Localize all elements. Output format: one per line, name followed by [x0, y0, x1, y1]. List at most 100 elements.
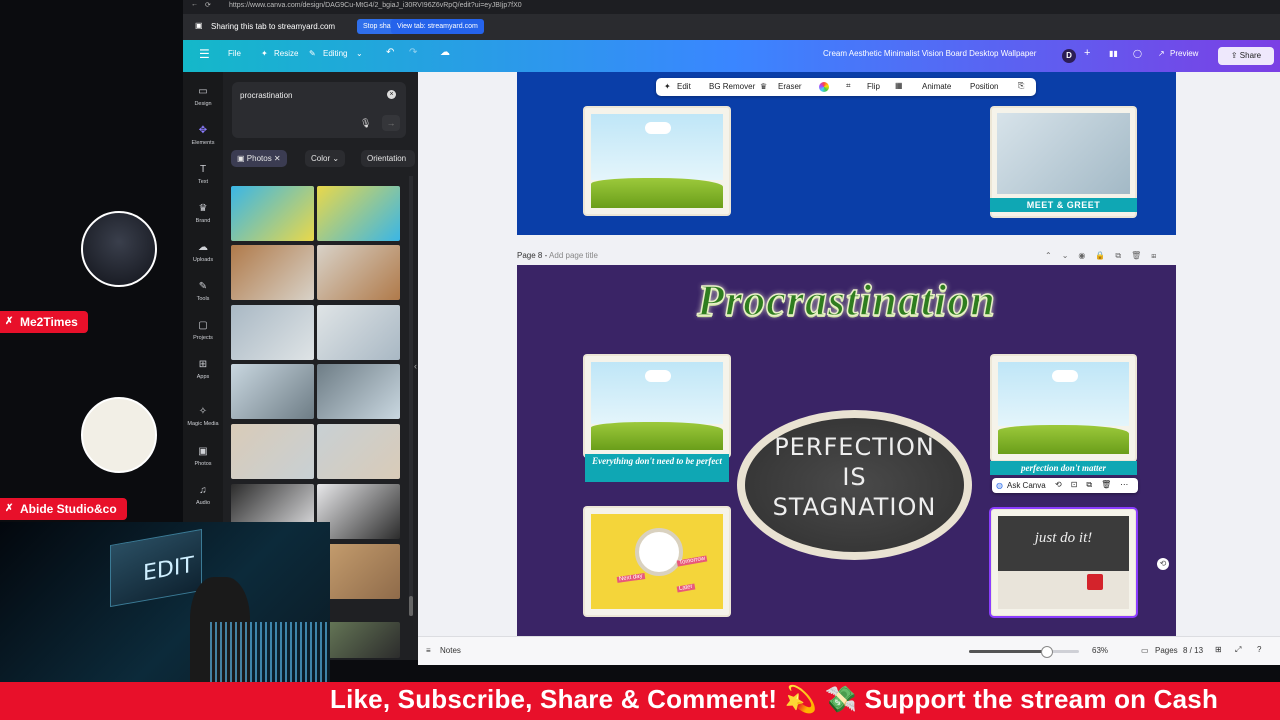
photo-thumbnail[interactable]	[317, 364, 400, 419]
small-chalk-text: just do it!	[1034, 530, 1093, 546]
add-page-icon[interactable]: ⊞	[1151, 251, 1166, 260]
animate-button[interactable]: Animate	[922, 82, 951, 91]
remove-filter-icon[interactable]: ✕	[272, 154, 281, 163]
delete-icon[interactable]: 🗑	[1131, 251, 1151, 260]
hide-icon[interactable]: ◉	[1078, 251, 1095, 260]
duplicate-icon[interactable]: ⧉	[1115, 251, 1131, 260]
zoom-slider-handle[interactable]	[1041, 646, 1053, 658]
share-button[interactable]: ⇪ Share	[1218, 47, 1274, 65]
edit-button[interactable]: Edit	[677, 82, 691, 91]
chalkboard-frame[interactable]: PERFECTION IS STAGNATION	[737, 410, 972, 560]
rail-magic-media[interactable]: ✧ Magic Media	[183, 400, 223, 438]
resize-button[interactable]: Resize	[274, 49, 298, 58]
preview-button[interactable]: Preview	[1170, 49, 1198, 58]
fullscreen-icon[interactable]: ⤢	[1235, 645, 1241, 655]
duplicate-icon[interactable]: ⧉	[1086, 480, 1101, 489]
delete-icon[interactable]: 🗑	[1101, 480, 1120, 489]
file-menu[interactable]: File	[228, 49, 241, 58]
page-actions: ⌃⌄◉🔒⧉🗑⊞	[1045, 251, 1166, 261]
selected-just-do-it-photo[interactable]: just do it!	[989, 507, 1138, 618]
page-8[interactable]: Procrastination Everything don't need to…	[517, 265, 1176, 636]
redo-icon[interactable]: ↷	[409, 47, 417, 58]
panel-scrollbar[interactable]	[409, 176, 413, 616]
position-button[interactable]: Position	[970, 82, 998, 91]
cloud-save-icon[interactable]: ☁	[440, 47, 450, 58]
rail-projects[interactable]: ▢ Projects	[183, 314, 223, 352]
photo-placeholder-left[interactable]	[585, 356, 729, 456]
pages-button[interactable]: Pages	[1155, 646, 1178, 655]
chevron-up-icon[interactable]: ⌃	[1045, 251, 1062, 260]
clear-search-icon[interactable]: ×	[387, 90, 396, 99]
document-title[interactable]: Cream Aesthetic Minimalist Vision Board …	[823, 49, 1036, 58]
color-filter-chip[interactable]: Color ⌄	[305, 150, 346, 167]
url-text[interactable]: https://www.canva.com/design/DAG9Cu-MtG4…	[229, 2, 522, 9]
rail-brand[interactable]: ♛ Brand	[183, 197, 223, 235]
page-heading[interactable]: Procrastination	[517, 275, 1176, 326]
rail-apps[interactable]: ⊞ Apps	[183, 353, 223, 391]
rail-photos[interactable]: ▣ Photos	[183, 440, 223, 478]
photo-thumbnail[interactable]	[317, 305, 400, 360]
zoom-level[interactable]: 63%	[1092, 646, 1108, 655]
reload-icon[interactable]: ⟳	[205, 1, 211, 9]
ribbon-left[interactable]: Everything don't need to be perfect	[585, 454, 729, 482]
orientation-filter-chip[interactable]: Orientation	[361, 150, 415, 167]
photo-thumbnail[interactable]	[231, 305, 314, 360]
browser-url-bar[interactable]: ← ⟳ https://www.canva.com/design/DAG9Cu-…	[183, 0, 1280, 14]
photo-thumbnail[interactable]	[231, 245, 314, 300]
back-icon[interactable]: ←	[191, 1, 198, 8]
photo-thumbnail[interactable]	[317, 186, 400, 241]
microphone-icon[interactable]: 🎙	[360, 118, 371, 129]
photo-thumbnail[interactable]	[317, 245, 400, 300]
submit-search-icon[interactable]: →	[382, 115, 400, 131]
more-icon[interactable]: ⋯	[1120, 480, 1137, 489]
flip-button[interactable]: Flip	[867, 82, 880, 91]
rail-elements[interactable]: ✥ Elements	[183, 119, 223, 157]
scrollbar-thumb[interactable]	[409, 596, 413, 616]
transparency-icon[interactable]: ▦	[895, 81, 903, 90]
page-7[interactable]: MEET & GREET	[517, 72, 1176, 235]
ask-canva-button[interactable]: Ask Canva	[1007, 481, 1046, 490]
rail-text[interactable]: T Text	[183, 158, 223, 196]
collapse-panel-icon[interactable]: ‹	[414, 361, 417, 371]
add-collaborator-icon[interactable]: +	[1084, 47, 1090, 59]
lock-icon[interactable]: ⊡	[1071, 480, 1087, 489]
eraser-button[interactable]: Eraser	[778, 82, 802, 91]
search-input[interactable]: procrastination × 🎙 →	[232, 82, 406, 138]
zoom-slider[interactable]	[969, 646, 1079, 658]
comment-icon[interactable]: ◯	[1133, 49, 1142, 58]
lock-icon[interactable]: 🔒	[1095, 251, 1115, 260]
add-page-title[interactable]: Add page title	[549, 251, 598, 260]
photo-thumbnail[interactable]	[231, 424, 314, 479]
rail-design[interactable]: ▭ Design	[183, 80, 223, 118]
rotate-icon[interactable]: ⟲	[1055, 480, 1071, 489]
rail-audio[interactable]: ♫ Audio	[183, 479, 223, 517]
menu-icon[interactable]: ☰	[199, 47, 210, 61]
rotate-handle-icon[interactable]: ⟲	[1157, 558, 1169, 570]
photo-thumbnail[interactable]	[231, 186, 314, 241]
photo-placeholder[interactable]	[585, 108, 729, 214]
meet-greet-photo[interactable]: MEET & GREET	[990, 108, 1137, 216]
paint-roller-icon[interactable]: ⎘	[1018, 81, 1024, 91]
edit-icon: ✦	[664, 82, 671, 91]
rail-uploads[interactable]: ☁ Uploads	[183, 236, 223, 274]
ribbon-right[interactable]: perfection don't matter	[990, 461, 1137, 475]
avatar[interactable]: D	[1062, 49, 1076, 63]
bg-remover-button[interactable]: BG Remover	[709, 82, 755, 91]
notes-button[interactable]: Notes	[440, 646, 461, 655]
rail-tools[interactable]: ✎ Tools	[183, 275, 223, 313]
chevron-down-icon[interactable]: ⌄	[1062, 251, 1079, 260]
crop-icon[interactable]: ⌗	[846, 81, 851, 91]
photo-thumbnail[interactable]	[231, 364, 314, 419]
view-tab-button[interactable]: View tab: streamyard.com	[391, 19, 484, 34]
photo-placeholder-right[interactable]	[992, 356, 1135, 460]
help-icon[interactable]: ?	[1257, 645, 1261, 654]
clock-photo[interactable]: Next day Tomorrow Later	[585, 508, 729, 615]
color-wheel-icon[interactable]	[819, 82, 829, 92]
pencil-icon: ✎	[309, 49, 316, 58]
grid-view-icon[interactable]: ⊞	[1215, 645, 1222, 654]
analytics-icon[interactable]: ▮▮	[1109, 49, 1118, 58]
photos-filter-chip[interactable]: ▣ Photos ✕	[231, 150, 287, 167]
photo-thumbnail[interactable]	[317, 424, 400, 479]
undo-icon[interactable]: ↶	[386, 47, 394, 58]
editing-dropdown[interactable]: Editing	[323, 49, 347, 58]
